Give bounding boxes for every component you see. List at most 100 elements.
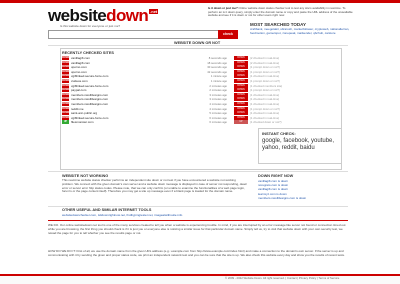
result-bar: DOWN	[234, 97, 248, 102]
result-bar: DOWN	[234, 92, 248, 97]
checked-time: 42 seconds ago	[207, 69, 227, 74]
checked-row[interactable]: DOWN vanillagift.com 18 seconds ago DOWN (2 …	[62, 60, 334, 65]
check-button[interactable]: check	[218, 30, 238, 39]
site-link[interactable]: filesmonster.com	[71, 120, 94, 124]
status-badge: DOWN	[62, 83, 70, 88]
site-link[interactable]: paypal.com	[71, 88, 86, 92]
checked-time: 6 minutes ago	[209, 115, 227, 120]
other-tools-links[interactable]: websitedownchecker.com, isitdownrightnow…	[62, 213, 342, 218]
checked-row[interactable]: DOWN members.nwolfdesigns.com 4 minutes ag…	[62, 102, 334, 106]
result-bar: DOWN	[234, 111, 248, 116]
site-link[interactable]: uporno.com	[71, 65, 87, 69]
checked-row[interactable]: DOWN saint-ann.public.org 5 minutes ago DOW…	[62, 111, 334, 116]
status-badge: DOWN	[62, 56, 70, 60]
result-bar: DOWN	[234, 74, 248, 79]
result-note: (1 checked in real-time)	[250, 102, 280, 106]
down-right-now-title: DOWN RIGHT NOW	[258, 174, 294, 178]
top-accent-bar	[0, 0, 400, 3]
status-badge: UP	[62, 120, 69, 125]
result-note: (1 prompt down or not?)	[250, 79, 280, 83]
site-link[interactable]: uporno.com	[71, 70, 87, 74]
checked-time: 2 minutes ago	[209, 83, 227, 88]
site-logo[interactable]: websitedown .net	[48, 6, 159, 25]
tagline: Is this website down for everyone or jus…	[60, 24, 121, 28]
site-link[interactable]: vgiftlinked.secure-force.com	[71, 116, 108, 120]
checked-time: 2 minutes ago	[209, 88, 227, 93]
result-note: (1 checked down or not?)	[250, 120, 282, 125]
result-note: (1 prompt down or not?)	[250, 88, 280, 93]
status-badge: DOWN	[62, 79, 70, 83]
red-divider	[48, 220, 348, 221]
checked-row[interactable]: DOWN reddit.me 4 minutes ago DOWN (1 prompt …	[62, 106, 334, 111]
checked-row[interactable]: UP filesmonster.com 6 minutes ago UP (1 chec…	[62, 120, 334, 125]
checked-time: 8 seconds ago	[208, 56, 227, 60]
result-note: (1 checked in real-time)	[250, 115, 280, 120]
divider	[48, 45, 348, 46]
checked-time: 4 minutes ago	[209, 106, 227, 111]
status-badge: DOWN	[62, 97, 70, 102]
checked-row[interactable]: DOWN members.nwolfdesigns.com 3 minutes ag…	[62, 97, 334, 102]
logo-accent-text: down	[106, 6, 149, 25]
footer-copyright: © 2009 - 2022 Website Down. All right re…	[225, 276, 340, 280]
help-paragraph-2: HOW DO WE DO IT: First of all, we use th…	[48, 249, 345, 257]
result-bar: DOWN	[234, 79, 248, 83]
checked-row[interactable]: DOWN vgiftlinked.secure-force.com 2 minute…	[62, 83, 334, 88]
result-note: (1 checked members site)	[250, 83, 283, 88]
result-bar: DOWN	[234, 106, 248, 111]
result-note: (1 prompt down or not?)	[250, 106, 280, 111]
status-badge: DOWN	[62, 111, 70, 116]
help-paragraph-1: WE DO. Our online websitedown.net tool i…	[48, 223, 346, 235]
checked-time: 1 minute ago	[210, 79, 227, 83]
site-link[interactable]: members.nwolfdesigns.com	[71, 97, 108, 101]
checked-row[interactable]: DOWN vgiftlinked.secure-force.com 1 minute…	[62, 74, 334, 79]
checked-row[interactable]: DOWN vgiftlinked.secure-force.com 6 minute…	[62, 115, 334, 120]
checked-time: 4 minutes ago	[209, 102, 227, 106]
result-bar: DOWN	[234, 56, 248, 60]
result-bar: DOWN	[234, 88, 248, 93]
result-bar: UP	[234, 120, 248, 125]
status-badge: DOWN	[62, 88, 70, 93]
result-note: (1 checked in real-time)	[250, 111, 280, 116]
instant-check-title: INSTANT CHECK:	[262, 131, 296, 136]
status-badge: DOWN	[62, 106, 70, 111]
result-note: (1 checked in real-time)	[250, 92, 280, 97]
result-bar: DOWN	[234, 83, 248, 88]
result-bar: DOWN	[234, 102, 248, 106]
checked-row[interactable]: DOWN paypal.com 2 minutes ago DOWN (1 prompt…	[62, 88, 334, 93]
instant-check-list[interactable]: google, facebook, youtube, yahoo, reddit…	[262, 138, 340, 152]
footer	[0, 274, 400, 284]
website-down-or-not-title: WEBSITE DOWN OR NOT	[174, 41, 221, 45]
checked-row[interactable]: DOWN uporno.com 30 seconds ago DOWN (1 promp…	[62, 65, 334, 70]
site-link[interactable]: members.nwolfdesigns.com	[71, 93, 108, 97]
checked-time: 3 minutes ago	[209, 97, 227, 102]
site-link[interactable]: xvideos.com	[71, 79, 88, 83]
site-link[interactable]: vanillagift.com	[71, 56, 90, 60]
site-link[interactable]: vgiftlinked.secure-force.com	[71, 74, 108, 78]
site-link[interactable]: members.nwolfdesigns.com	[71, 102, 108, 106]
checked-time: 1 minute ago	[210, 74, 227, 79]
checked-row[interactable]: DOWN xvideos.com 1 minute ago DOWN (1 prompt…	[62, 79, 334, 83]
divider	[48, 206, 348, 207]
status-badge: DOWN	[62, 60, 70, 65]
status-badge: DOWN	[62, 65, 70, 70]
result-bar: DOWN	[234, 69, 248, 74]
checked-row[interactable]: DOWN uporno.com 42 seconds ago DOWN (1 promp…	[62, 69, 334, 74]
status-badge: DOWN	[62, 115, 70, 120]
status-badge: DOWN	[62, 74, 70, 79]
result-bar: DOWN	[234, 65, 248, 70]
checked-row[interactable]: DOWN vanillagift.com 8 seconds ago DOWN (2 c…	[62, 56, 334, 60]
down-now-item[interactable]: members.nwolfdesigns.com is down	[258, 196, 306, 201]
divider	[48, 171, 348, 172]
site-link[interactable]: vgiftlinked.secure-force.com	[71, 84, 108, 88]
checked-row[interactable]: DOWN members.nwolfdesigns.com 3 minutes ag…	[62, 92, 334, 97]
logo-tld: .net	[149, 9, 159, 14]
most-searched-list[interactable]: craftbank, meegotakir, ultrarush, market…	[250, 27, 360, 36]
search-input[interactable]	[48, 30, 238, 39]
status-badge: DOWN	[62, 102, 70, 106]
site-link[interactable]: vanillagift.com	[71, 61, 90, 65]
result-note: (1 prompt down or not?)	[250, 69, 280, 74]
result-note: (2 checked in real-time)	[250, 60, 280, 65]
result-bar: DOWN	[234, 115, 248, 120]
site-link[interactable]: saint-ann.public.org	[71, 111, 97, 115]
site-link[interactable]: reddit.me	[71, 107, 84, 111]
